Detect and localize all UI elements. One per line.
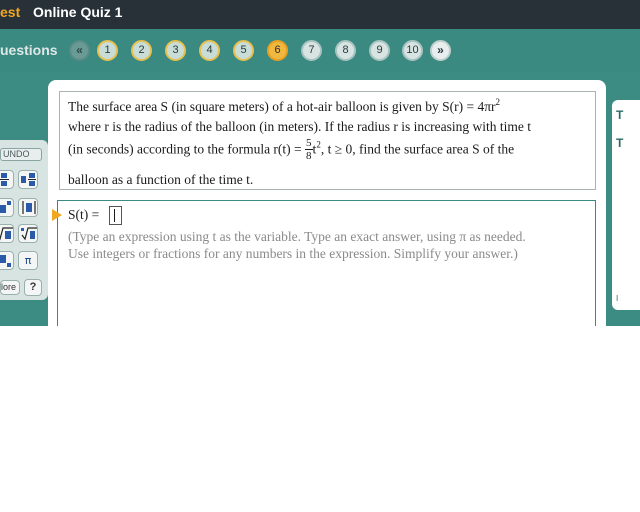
right-panel-text-1: T <box>616 108 624 122</box>
answer-input[interactable] <box>109 206 122 225</box>
question-10-button[interactable]: 10 <box>402 40 423 61</box>
nth-root-tool-icon[interactable] <box>18 224 38 243</box>
right-panel-text-3: I <box>616 294 619 303</box>
mixed-fraction-tool-icon[interactable] <box>18 170 38 189</box>
answer-label: S(t) = <box>68 207 100 222</box>
fraction-numerator: 5 <box>305 137 313 150</box>
math-toolbar <box>0 140 48 300</box>
question-nav-bar: uestions « 1 2 3 4 5 6 7 8 9 10 » <box>0 29 640 72</box>
instructions-line-2: Use integers or fractions for any number… <box>68 246 518 261</box>
question-line-2: where r is the radius of the balloon (in… <box>68 119 531 134</box>
answer-marker-icon <box>52 209 62 221</box>
question-line-1-exponent: 2 <box>495 97 501 107</box>
sqrt-tool-icon[interactable] <box>0 224 14 243</box>
top-bar: est Online Quiz 1 <box>0 0 640 29</box>
help-button[interactable]: ? <box>24 279 42 296</box>
question-1-button[interactable]: 1 <box>97 40 118 61</box>
answer-area <box>57 200 596 326</box>
question-text-box: The surface area S (in square meters) of… <box>59 91 596 190</box>
text-cursor <box>114 209 115 222</box>
question-3-button[interactable]: 3 <box>165 40 186 61</box>
pi-button[interactable]: π <box>18 251 38 270</box>
test-label: est <box>0 4 21 20</box>
question-line-1-text: The surface area S (in square meters) of… <box>68 99 496 114</box>
question-line-3: (in seconds) according to the formula r(… <box>68 137 515 163</box>
instructions-line-1: (Type an expression using t as the varia… <box>68 229 526 244</box>
prev-question-button[interactable]: « <box>69 40 90 61</box>
question-line-3-pre: (in seconds) according to the formula r(… <box>68 141 306 157</box>
question-7-button[interactable]: 7 <box>301 40 322 61</box>
question-line-4: balloon as a function of the time t. <box>68 172 254 187</box>
subscript-tool-icon[interactable] <box>0 251 14 270</box>
undo-button[interactable]: UNDO <box>0 148 42 161</box>
question-2-button[interactable]: 2 <box>131 40 152 61</box>
question-5-button[interactable]: 5 <box>233 40 254 61</box>
right-panel-text-2: T <box>616 136 624 150</box>
exponent-tool-icon[interactable] <box>0 198 14 217</box>
right-side-panel: T T I <box>612 100 640 310</box>
question-4-button[interactable]: 4 <box>199 40 220 61</box>
fraction-denominator: 8 <box>306 150 312 162</box>
question-line-1: The surface area S (in square meters) of… <box>68 97 500 116</box>
answer-instructions: (Type an expression using t as the varia… <box>68 228 592 262</box>
question-8-button[interactable]: 8 <box>335 40 356 61</box>
fraction-tool-icon[interactable] <box>0 170 14 189</box>
question-9-button[interactable]: 9 <box>369 40 390 61</box>
absolute-value-tool-icon[interactable] <box>18 198 38 217</box>
question-line-3-post: , t ≥ 0, find the surface area S of the <box>320 141 515 157</box>
more-button[interactable]: lore <box>0 280 20 295</box>
fraction: 58 <box>305 137 313 162</box>
question-6-button[interactable]: 6 <box>267 40 288 61</box>
questions-label: uestions <box>0 42 58 58</box>
quiz-title: Online Quiz 1 <box>33 4 123 20</box>
next-question-button[interactable]: » <box>430 40 451 61</box>
